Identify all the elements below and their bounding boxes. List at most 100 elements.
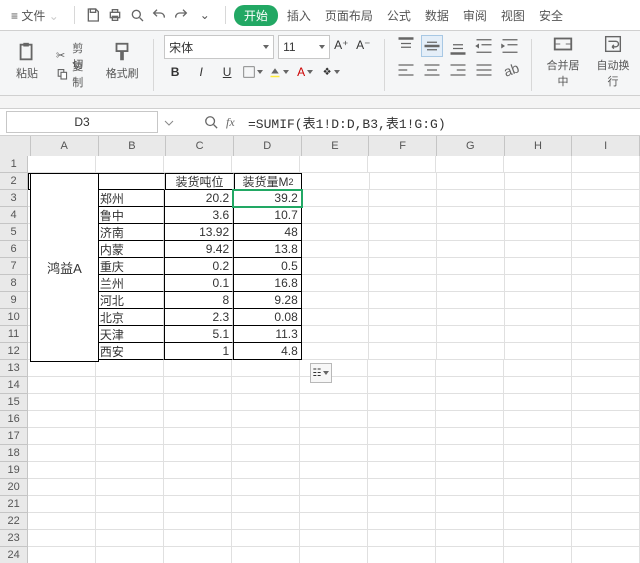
- format-painter-button[interactable]: 格式刷: [101, 35, 143, 87]
- cell[interactable]: [369, 207, 437, 224]
- cell[interactable]: [368, 496, 436, 513]
- redo-icon[interactable]: [173, 7, 189, 23]
- cell[interactable]: [369, 326, 437, 343]
- cell[interactable]: [572, 496, 640, 513]
- cell[interactable]: [302, 326, 370, 343]
- cell[interactable]: [368, 377, 436, 394]
- cell[interactable]: [300, 428, 368, 445]
- cell[interactable]: [505, 343, 573, 360]
- cell[interactable]: [28, 428, 96, 445]
- cell[interactable]: [232, 411, 300, 428]
- cell[interactable]: [505, 224, 573, 241]
- cell[interactable]: [504, 445, 572, 462]
- cell[interactable]: [436, 377, 504, 394]
- cell[interactable]: [369, 275, 437, 292]
- cell[interactable]: [164, 496, 232, 513]
- align-top-icon[interactable]: [395, 35, 417, 57]
- cell[interactable]: 9.28: [233, 292, 302, 309]
- cell[interactable]: [437, 326, 505, 343]
- row-header[interactable]: 9: [0, 292, 28, 309]
- cell[interactable]: [505, 326, 573, 343]
- cell[interactable]: [164, 394, 232, 411]
- cell[interactable]: 39.2: [233, 190, 302, 207]
- cell[interactable]: [96, 547, 164, 563]
- cell[interactable]: [164, 377, 232, 394]
- cell[interactable]: [28, 411, 96, 428]
- cell[interactable]: 48: [233, 224, 302, 241]
- cell[interactable]: [369, 241, 437, 258]
- cell[interactable]: [232, 428, 300, 445]
- cell[interactable]: [368, 530, 436, 547]
- cell[interactable]: [436, 530, 504, 547]
- cell[interactable]: [504, 462, 572, 479]
- cell[interactable]: [572, 309, 640, 326]
- increase-font-icon[interactable]: A⁺: [334, 38, 352, 56]
- cell[interactable]: 兰州: [96, 275, 165, 292]
- cell[interactable]: 10.7: [233, 207, 302, 224]
- cell[interactable]: [572, 156, 640, 173]
- italic-icon[interactable]: I: [190, 61, 212, 83]
- cell[interactable]: 北京: [96, 309, 165, 326]
- cell[interactable]: [232, 496, 300, 513]
- cell[interactable]: [368, 156, 436, 173]
- cell[interactable]: [436, 547, 504, 563]
- row-header[interactable]: 15: [0, 394, 28, 411]
- cell[interactable]: [28, 445, 96, 462]
- cell[interactable]: 9.42: [164, 241, 233, 258]
- row-header[interactable]: 13: [0, 360, 28, 377]
- row-header[interactable]: 20: [0, 479, 28, 496]
- preview-icon[interactable]: [129, 7, 145, 23]
- cell[interactable]: 3.6: [164, 207, 233, 224]
- cell[interactable]: [232, 360, 300, 377]
- cell[interactable]: [437, 275, 505, 292]
- cell[interactable]: [300, 445, 368, 462]
- tab-view[interactable]: 视图: [496, 5, 530, 26]
- cell[interactable]: [28, 496, 96, 513]
- cell[interactable]: [572, 360, 640, 377]
- cell[interactable]: [164, 411, 232, 428]
- cell[interactable]: [368, 360, 436, 377]
- cell[interactable]: [302, 207, 370, 224]
- cell[interactable]: [28, 156, 96, 173]
- cell[interactable]: [504, 513, 572, 530]
- cell[interactable]: [505, 275, 573, 292]
- cell[interactable]: [97, 173, 166, 190]
- cell[interactable]: [96, 411, 164, 428]
- cell[interactable]: [437, 224, 505, 241]
- cell[interactable]: [504, 547, 572, 563]
- tab-review[interactable]: 审阅: [458, 5, 492, 26]
- cell[interactable]: [436, 513, 504, 530]
- cell[interactable]: [164, 513, 232, 530]
- row-header[interactable]: 19: [0, 462, 28, 479]
- cell[interactable]: [572, 394, 640, 411]
- cell[interactable]: [437, 207, 505, 224]
- cell[interactable]: [302, 309, 370, 326]
- cell[interactable]: [436, 428, 504, 445]
- align-right-icon[interactable]: [447, 59, 469, 81]
- increase-indent-icon[interactable]: [499, 35, 521, 57]
- select-all-corner[interactable]: [0, 136, 31, 157]
- align-bottom-icon[interactable]: [447, 35, 469, 57]
- tab-start[interactable]: 开始: [234, 5, 278, 26]
- cell[interactable]: [505, 173, 573, 190]
- cell[interactable]: [28, 530, 96, 547]
- cell[interactable]: [572, 530, 640, 547]
- bold-icon[interactable]: B: [164, 61, 186, 83]
- cell[interactable]: 11.3: [233, 326, 302, 343]
- phonetic-icon[interactable]: ❖: [320, 61, 342, 83]
- decrease-indent-icon[interactable]: [473, 35, 495, 57]
- row-header[interactable]: 1: [0, 156, 28, 173]
- cell[interactable]: [369, 224, 437, 241]
- name-box-dropdown-icon[interactable]: [164, 117, 174, 127]
- font-size-select[interactable]: 11: [278, 35, 330, 59]
- cell[interactable]: [28, 479, 96, 496]
- row-header[interactable]: 5: [0, 224, 28, 241]
- cell[interactable]: 装货量M2: [234, 173, 303, 190]
- cell[interactable]: 0.08: [233, 309, 302, 326]
- cell[interactable]: [302, 224, 370, 241]
- cell[interactable]: [369, 292, 437, 309]
- col-header[interactable]: G: [437, 136, 505, 157]
- insert-function-icon[interactable]: [204, 115, 218, 129]
- cell[interactable]: 内蒙: [96, 241, 165, 258]
- col-header[interactable]: I: [572, 136, 640, 157]
